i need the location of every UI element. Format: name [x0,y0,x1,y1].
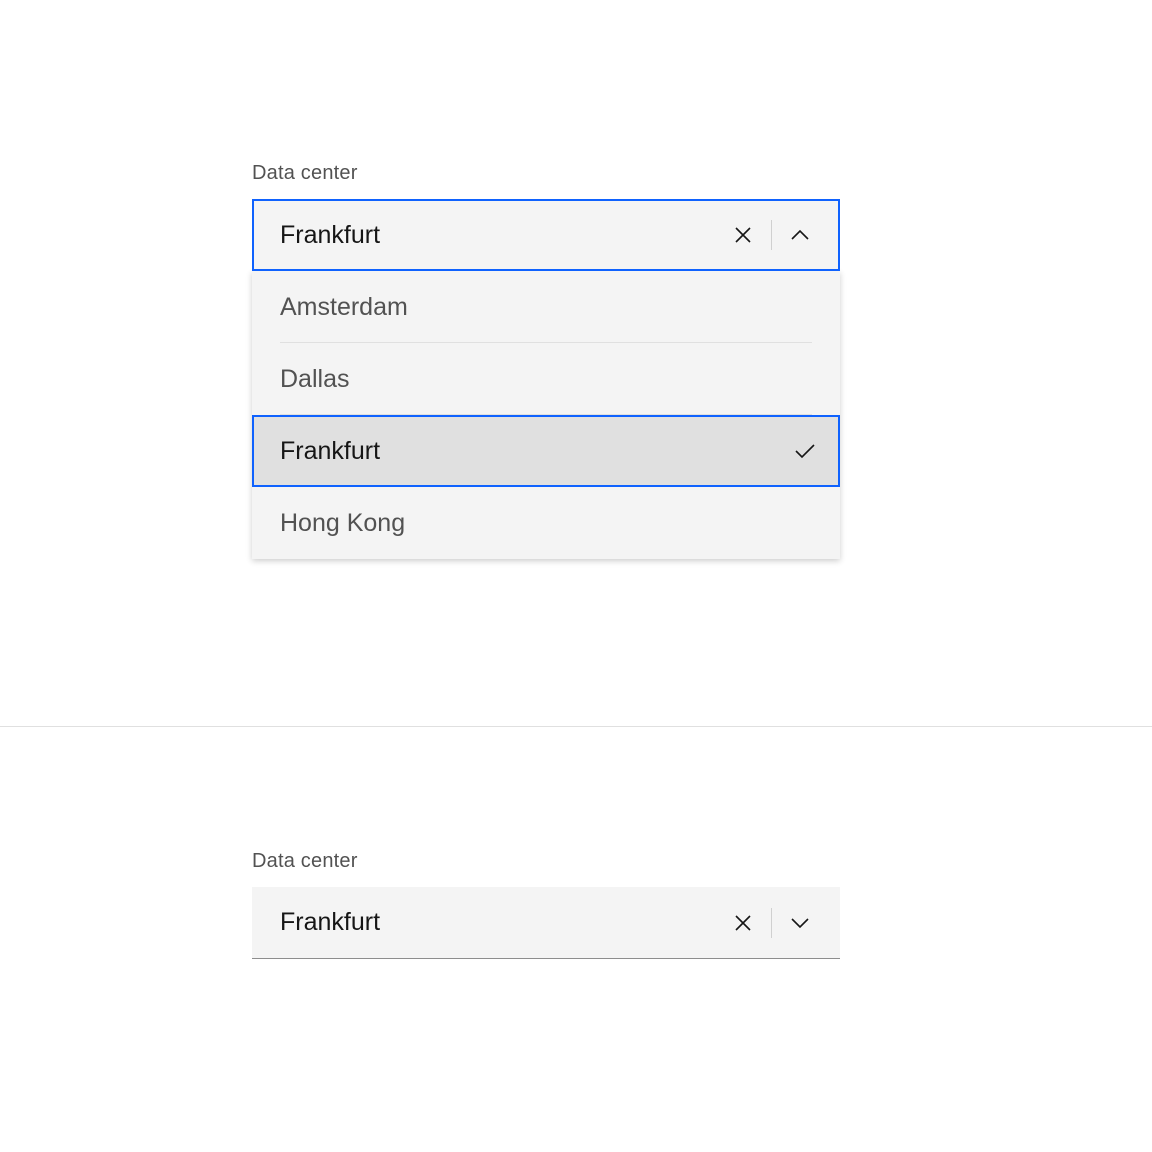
combobox-field[interactable]: Frankfurt [252,887,840,959]
close-icon [734,226,752,244]
option-label: Dallas [280,365,349,394]
toggle-button[interactable] [780,215,820,255]
icon-divider [771,220,772,250]
combobox-open-example: Data center Frankfurt Amsterdam Dallas F… [252,162,840,559]
option-label: Frankfurt [280,437,380,466]
toggle-button[interactable] [780,903,820,943]
combobox-listbox: Amsterdam Dallas Frankfurt Hong Kong [252,271,840,559]
chevron-up-icon [790,229,810,241]
checkmark-icon [794,443,816,459]
combobox-selected-value: Frankfurt [280,221,723,250]
option-label: Amsterdam [280,293,408,322]
close-icon [734,914,752,932]
combobox-label: Data center [252,850,840,873]
option-amsterdam[interactable]: Amsterdam [252,271,840,343]
chevron-down-icon [790,917,810,929]
option-label: Hong Kong [280,509,405,538]
combobox-field[interactable]: Frankfurt [252,199,840,271]
clear-button[interactable] [723,903,763,943]
option-frankfurt[interactable]: Frankfurt [252,415,840,487]
option-hong-kong[interactable]: Hong Kong [252,487,840,559]
clear-button[interactable] [723,215,763,255]
combobox-closed-example: Data center Frankfurt [252,850,840,959]
combobox-selected-value: Frankfurt [280,908,723,937]
option-dallas[interactable]: Dallas [252,343,840,415]
section-divider [0,726,1152,727]
combobox-label: Data center [252,162,840,185]
icon-divider [771,908,772,938]
